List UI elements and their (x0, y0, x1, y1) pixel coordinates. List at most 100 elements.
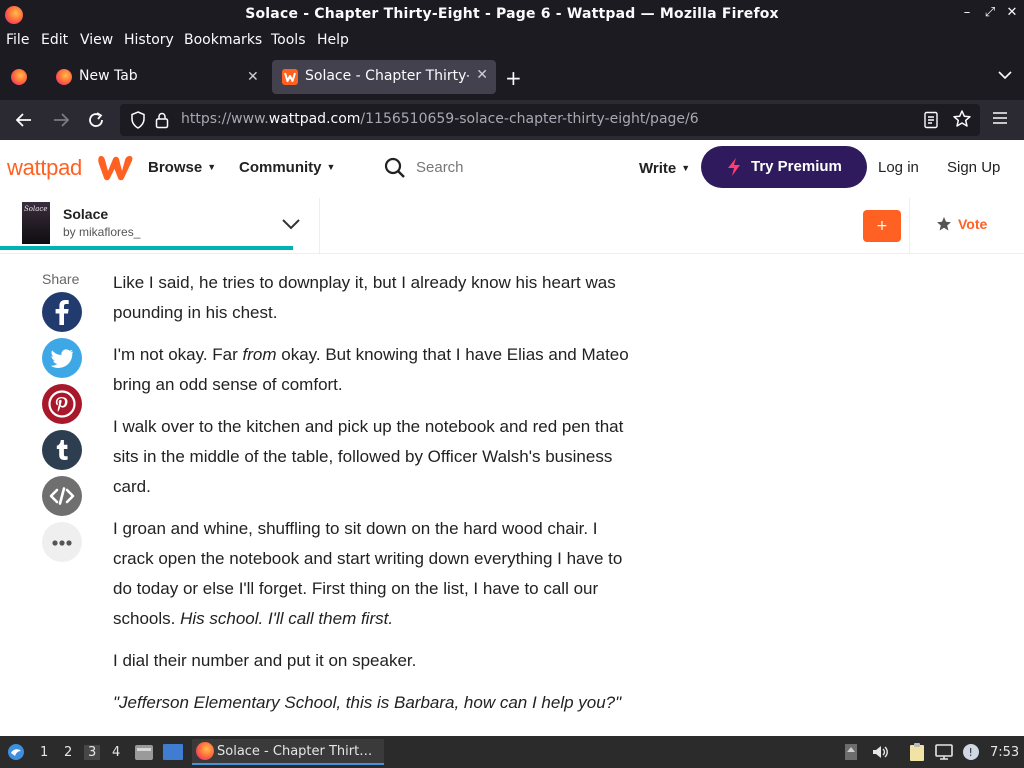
tab-solace[interactable]: Solace - Chapter Thirty-E ✕ (272, 60, 496, 94)
share-tumblr-button[interactable] (42, 430, 82, 470)
minimize-button[interactable]: – (958, 5, 976, 20)
story-cover[interactable]: Solace (22, 202, 50, 244)
app-menu-icon[interactable] (6, 742, 26, 762)
reader-view-icon[interactable] (924, 111, 938, 129)
menu-help[interactable]: Help (317, 32, 349, 48)
taskbar-firefox-window[interactable]: Solace - Chapter Thirt… (192, 739, 384, 765)
twitter-icon (42, 338, 82, 378)
workspace-3[interactable]: 3 (84, 745, 101, 760)
wattpad-favicon-icon (282, 69, 298, 85)
facebook-icon (42, 292, 82, 332)
tab-bar: New Tab Solace - Chapter Thirty-E ✕ + (0, 52, 1024, 100)
lock-icon[interactable] (155, 111, 169, 129)
vote-button[interactable]: Vote (936, 216, 987, 232)
tab-close-button[interactable]: ✕ (247, 69, 259, 85)
community-menu[interactable]: Community ▼ (239, 159, 335, 176)
file-manager-icon[interactable] (134, 743, 154, 761)
reload-icon[interactable] (87, 111, 105, 129)
share-twitter-button[interactable] (42, 338, 82, 378)
clock: 7:53 (990, 745, 1020, 760)
maximize-button[interactable]: ⤢ (981, 5, 999, 20)
tumblr-icon (42, 430, 82, 470)
app-menu-icon[interactable] (992, 111, 1008, 125)
upload-tray-icon[interactable] (844, 743, 858, 761)
share-embed-button[interactable] (42, 476, 82, 516)
firefox-icon (196, 742, 214, 760)
paragraph: I groan and whine, shuffling to sit down… (113, 519, 623, 628)
menu-edit[interactable]: Edit (41, 32, 68, 48)
share-label: Share (42, 271, 80, 287)
volume-icon[interactable] (871, 743, 889, 761)
tab-close-button[interactable]: ✕ (476, 67, 488, 83)
paragraph: I'm not okay. Far from okay. But knowing… (113, 345, 629, 394)
caret-down-icon: ▼ (207, 162, 217, 172)
write-menu[interactable]: Write ▼ (639, 160, 690, 177)
new-tab-button[interactable]: + (505, 66, 522, 90)
workspace-4[interactable]: 4 (112, 745, 120, 760)
signup-link[interactable]: Sign Up (947, 159, 1000, 176)
window-titlebar: Solace - Chapter Thirty-Eight - Page 6 -… (0, 0, 1024, 30)
search-icon[interactable] (384, 157, 406, 179)
paragraph: Like I said, he tries to downplay it, bu… (113, 273, 616, 322)
workspace-1[interactable]: 1 (40, 745, 48, 760)
clipboard-icon[interactable] (907, 742, 927, 762)
star-icon (937, 217, 951, 231)
menu-file[interactable]: File (6, 32, 29, 48)
wattpad-w-logo-icon[interactable] (95, 151, 135, 183)
tracking-protection-shield-icon[interactable] (130, 111, 146, 129)
url-bar[interactable]: https://www.wattpad.com/1156510659-solac… (120, 104, 980, 136)
search-input[interactable]: Search (416, 159, 464, 176)
story-text: Like I said, he tries to downplay it, bu… (113, 268, 633, 730)
wattpad-wordmark[interactable]: wattpad (7, 155, 82, 181)
paragraph: "Jefferson Elementary School, this is Ba… (113, 693, 622, 712)
tab-label: Solace - Chapter Thirty-E (305, 68, 469, 84)
wattpad-header: wattpad Browse ▼ Community ▼ Search Write ▼… (0, 140, 1024, 198)
menu-history[interactable]: History (124, 32, 174, 48)
workspace-2[interactable]: 2 (64, 745, 72, 760)
notification-icon[interactable]: ! (961, 742, 981, 762)
paragraph: I dial their number and put it on speake… (113, 651, 417, 670)
list-all-tabs-icon[interactable] (998, 68, 1012, 82)
taskbar-panel: 1 2 3 4 Solace - Chapter Thirt… ! 7:53 (0, 736, 1024, 768)
divider (909, 198, 910, 254)
share-pinterest-button[interactable] (42, 384, 82, 424)
menu-bookmarks[interactable]: Bookmarks (184, 32, 262, 48)
menu-view[interactable]: View (80, 32, 113, 48)
reading-progress-bar (0, 246, 293, 250)
url-text[interactable]: https://www.wattpad.com/1156510659-solac… (181, 111, 699, 127)
story-toolbar: Solace Solace by mikaflores_ + Vote (0, 198, 1024, 254)
close-window-button[interactable]: ✕ (1003, 5, 1021, 20)
bookmark-star-icon[interactable] (952, 109, 972, 129)
back-arrow-icon[interactable] (15, 111, 33, 129)
tab-label: New Tab (79, 68, 138, 84)
premium-label: Try Premium (751, 158, 842, 175)
share-facebook-button[interactable] (42, 292, 82, 332)
try-premium-button[interactable]: Try Premium (701, 146, 867, 188)
story-author[interactable]: by mikaflores_ (63, 225, 140, 239)
svg-text:!: ! (969, 746, 973, 759)
menu-bar: File Edit View History Bookmarks Tools H… (0, 30, 1024, 52)
desktop-icon[interactable] (162, 743, 184, 761)
story-title[interactable]: Solace (63, 206, 108, 222)
more-dots-icon (42, 522, 82, 562)
cover-title: Solace (24, 205, 48, 213)
browse-menu[interactable]: Browse ▼ (148, 159, 216, 176)
paragraph: I walk over to the kitchen and pick up t… (113, 417, 624, 496)
divider (319, 198, 320, 254)
caret-down-icon: ▼ (681, 163, 691, 173)
code-embed-icon (42, 476, 82, 516)
network-icon[interactable] (934, 743, 954, 761)
firefox-favicon-icon (56, 69, 72, 85)
navigation-bar: https://www.wattpad.com/1156510659-solac… (0, 100, 1024, 140)
firefox-view-icon[interactable] (11, 69, 27, 85)
caret-down-icon: ▼ (326, 162, 336, 172)
login-link[interactable]: Log in (878, 159, 919, 176)
add-to-library-button[interactable]: + (863, 210, 901, 242)
chapter-list-chevron-icon[interactable] (281, 217, 301, 231)
share-more-button[interactable] (42, 522, 82, 562)
tab-new-tab[interactable]: New Tab (46, 60, 268, 94)
menu-tools[interactable]: Tools (271, 32, 306, 48)
pinterest-icon (42, 384, 82, 424)
lightning-bolt-icon (728, 158, 740, 176)
forward-arrow-icon[interactable] (52, 111, 70, 129)
